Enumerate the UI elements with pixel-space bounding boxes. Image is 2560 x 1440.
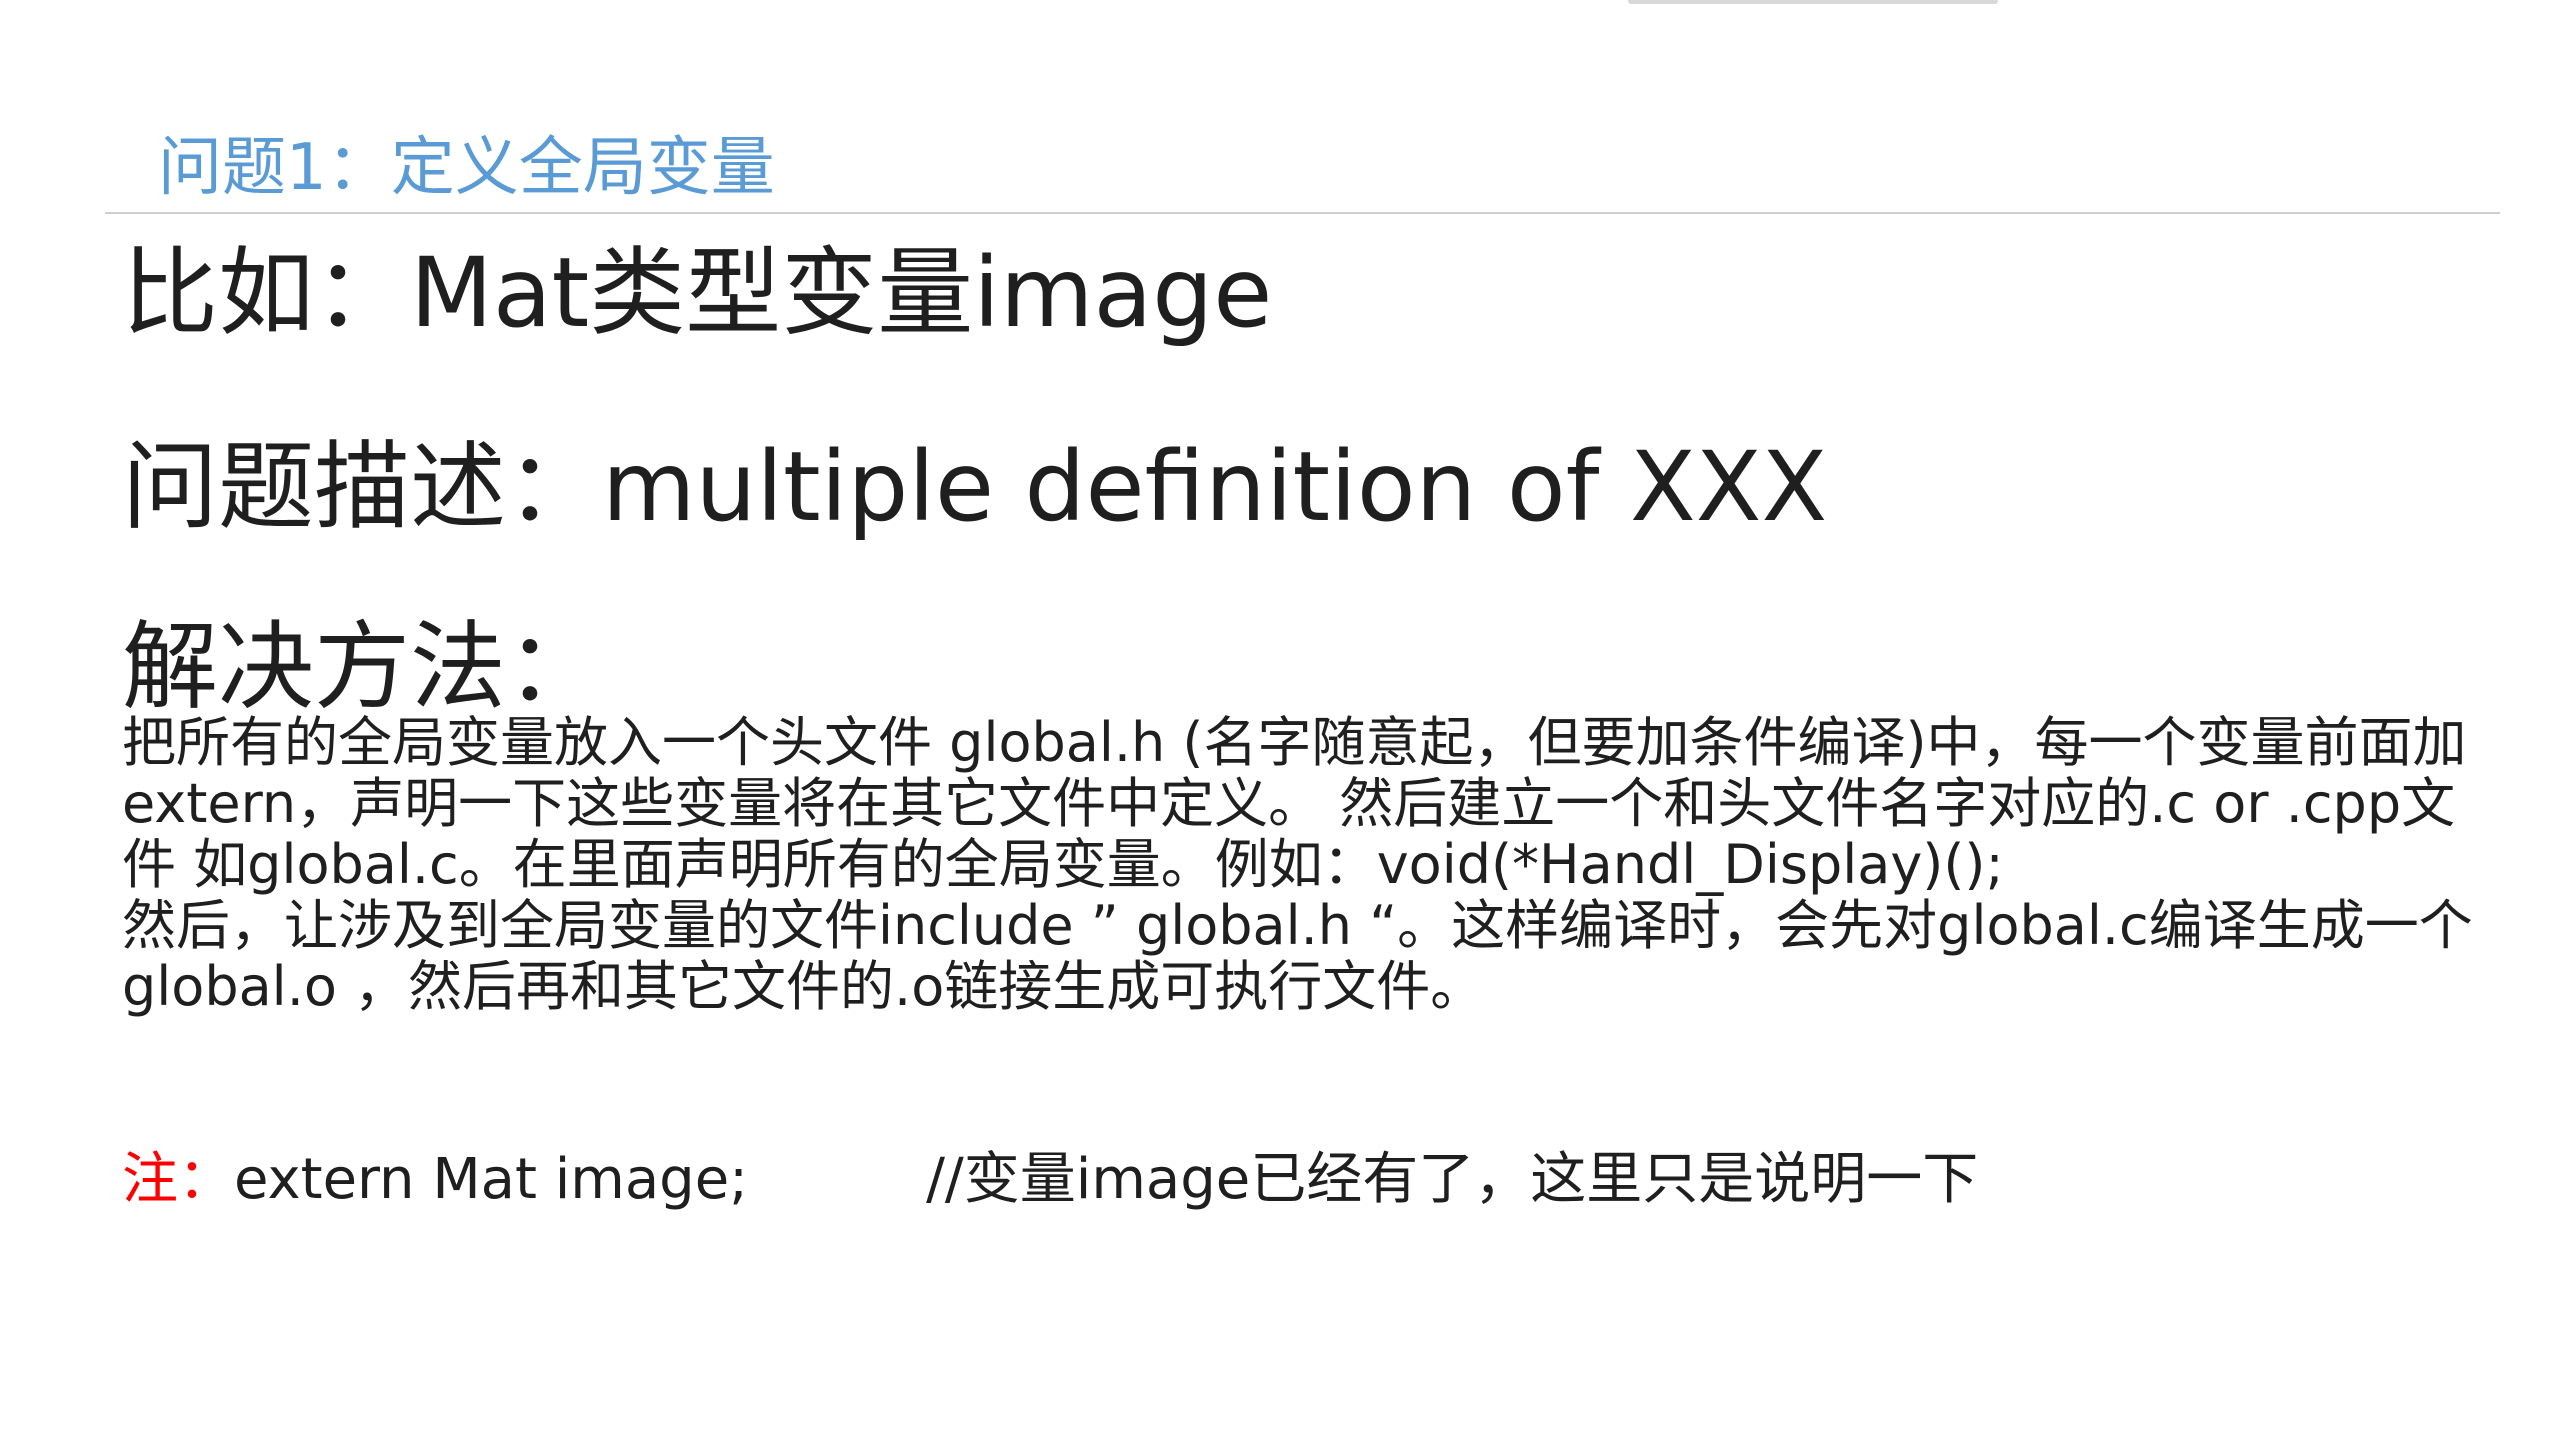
note-line: 注：extern Mat image; //变量image已经有了，这里只是说明… [122,1145,1978,1215]
solution-paragraph: 然后，让涉及到全局变量的文件include ” global.h “。这样编译时… [122,894,2473,1018]
window-drag-handle [1628,0,1998,4]
note-label: 注： [122,1147,234,1212]
note-comment: //变量image已经有了，这里只是说明一下 [926,1147,1979,1212]
solution-paragraph: 把所有的全局变量放入一个头文件 global.h (名字随意起，但要加条件编译)… [122,711,2467,896]
note-spacer [748,1147,926,1212]
solution-body: 把所有的全局变量放入一个头文件 global.h (名字随意起，但要加条件编译)… [122,712,2492,1017]
example-heading: 比如：Mat类型变量image [122,237,1273,349]
solution-heading: 解决方法： [122,611,602,723]
title-divider [105,212,2500,214]
note-code: extern Mat image; [234,1147,749,1212]
problem-heading: 问题描述：multiple definition of XXX [122,431,1828,543]
slide-title: 问题1：定义全局变量 [158,131,775,205]
